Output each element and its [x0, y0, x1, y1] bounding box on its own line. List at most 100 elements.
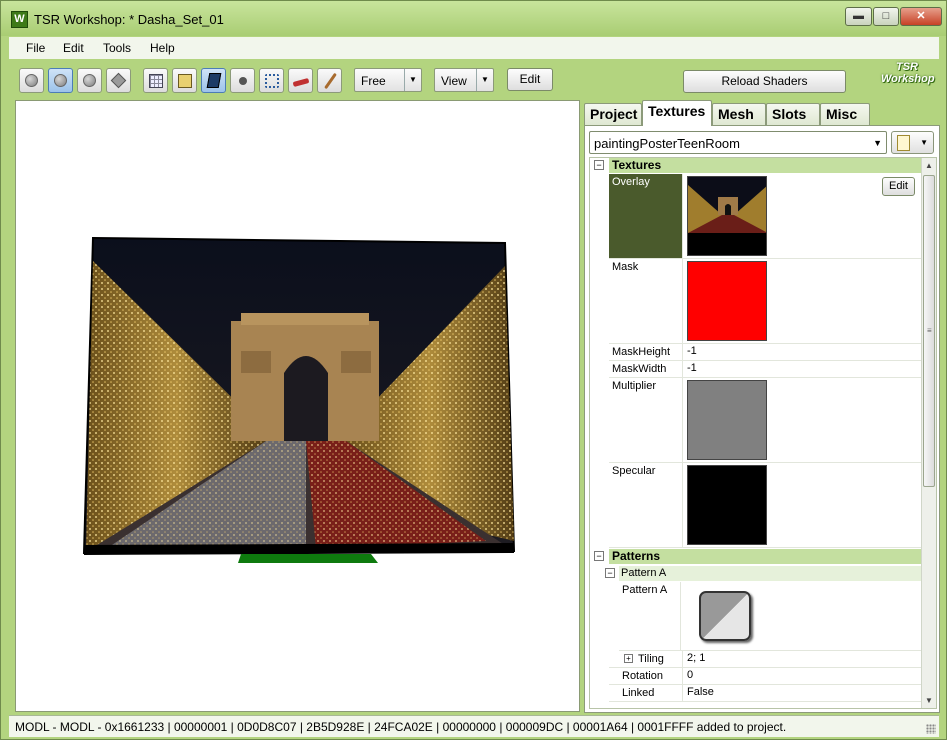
close-icon: ✕ [916, 10, 926, 22]
overlay-edit-button[interactable]: Edit [882, 177, 915, 196]
multiplier-swatch[interactable] [687, 380, 767, 460]
collapse-icon[interactable]: − [605, 568, 615, 578]
render-solid-button[interactable] [19, 68, 44, 93]
tiling-row[interactable]: + Tiling 2; 1 [609, 651, 922, 668]
render-flat-button[interactable] [77, 68, 102, 93]
bone-button[interactable] [317, 68, 342, 93]
tiling-value[interactable]: 2; 1 [687, 652, 705, 664]
linked-row[interactable]: Linked False [609, 685, 922, 702]
maskwidth-value[interactable]: -1 [687, 362, 697, 374]
render-solid-icon [25, 74, 38, 87]
menu-tools[interactable]: Tools [103, 41, 131, 55]
render-flat-icon [83, 74, 96, 87]
maskheight-row[interactable]: MaskHeight -1 [609, 344, 922, 361]
resize-grip-icon[interactable] [926, 724, 936, 734]
joints-icon [265, 74, 279, 88]
textures-section-header[interactable]: − Textures [590, 158, 922, 173]
collapse-icon[interactable]: − [594, 160, 604, 170]
pattern-a-thumbnail[interactable] [699, 591, 751, 641]
rotation-row[interactable]: Rotation 0 [609, 668, 922, 685]
maskheight-value[interactable]: -1 [687, 345, 697, 357]
view-select[interactable]: View ▼ [434, 68, 494, 92]
edit-button[interactable]: Edit [507, 68, 553, 91]
tsr-workshop-logo: TSR Workshop [881, 61, 935, 85]
menu-edit[interactable]: Edit [63, 41, 84, 55]
render-diamond-button[interactable] [106, 68, 131, 93]
dot-icon [239, 77, 247, 85]
section-title: Textures [609, 158, 922, 173]
bone-icon [324, 72, 337, 90]
camera-mode-select[interactable]: Free ▼ [354, 68, 422, 92]
tab-misc[interactable]: Misc [820, 103, 870, 125]
patterns-section-header[interactable]: − Patterns [590, 549, 922, 564]
pattern-a-key: Pattern A [619, 582, 681, 650]
mask-swatch[interactable] [687, 261, 767, 341]
linked-value[interactable]: False [687, 686, 714, 698]
mesh-button[interactable] [201, 68, 226, 93]
tab-mesh[interactable]: Mesh [712, 103, 766, 125]
new-texture-button[interactable]: ▼ [891, 131, 934, 154]
toolbar: Free ▼ View ▼ Edit Reload Shaders TSR Wo… [9, 59, 939, 99]
menu-help[interactable]: Help [150, 41, 175, 55]
pattern-a-header[interactable]: − Pattern A [590, 566, 922, 581]
maskheight-key: MaskHeight [609, 344, 683, 360]
property-scrollbar[interactable]: ▲ ≡ ▼ [921, 158, 936, 708]
texture-paint-button[interactable] [288, 68, 313, 93]
app-window: W TSR Workshop: * Dasha_Set_01 ▬ □ ✕ Fil… [0, 0, 947, 740]
menu-bar: File Edit Tools Help [9, 37, 939, 59]
maximize-icon: □ [882, 10, 890, 22]
texture-set-select[interactable]: paintingPosterTeenRoom ▼ [589, 131, 887, 154]
reload-shaders-button[interactable]: Reload Shaders [683, 70, 846, 93]
dot-button[interactable] [230, 68, 255, 93]
overlay-thumbnail[interactable] [687, 176, 767, 256]
title-bar[interactable]: W TSR Workshop: * Dasha_Set_01 ▬ □ ✕ [1, 1, 946, 36]
tab-project[interactable]: Project [584, 103, 642, 125]
rotation-value[interactable]: 0 [687, 669, 693, 681]
3d-viewport[interactable] [15, 100, 580, 712]
minimize-icon: ▬ [853, 10, 864, 22]
scroll-up-icon[interactable]: ▲ [925, 161, 933, 170]
tab-slots[interactable]: Slots [766, 103, 820, 125]
linked-key: Linked [609, 685, 683, 701]
joints-button[interactable] [259, 68, 284, 93]
render-diamond-icon [110, 72, 127, 89]
grid-icon [149, 74, 163, 88]
scroll-thumb[interactable]: ≡ [923, 175, 935, 487]
textures-panel: paintingPosterTeenRoom ▼ ▼ − Textures Ov… [584, 125, 940, 713]
overlay-row[interactable]: Overlay Edit [609, 174, 922, 259]
specular-swatch[interactable] [687, 465, 767, 545]
specular-key: Specular [609, 463, 683, 547]
maskwidth-row[interactable]: MaskWidth -1 [609, 361, 922, 378]
status-text: MODL - MODL - 0x1661233 | 00000001 | 0D0… [15, 720, 787, 734]
multiplier-row[interactable]: Multiplier [609, 378, 922, 463]
tiling-key: Tiling [635, 651, 683, 667]
chevron-down-icon: ▼ [476, 69, 493, 91]
grid-button[interactable] [143, 68, 168, 93]
bounding-box-button[interactable] [172, 68, 197, 93]
texture-paint-icon [292, 78, 310, 87]
chevron-down-icon: ▼ [404, 69, 421, 91]
render-shaded-button[interactable] [48, 68, 73, 93]
maximize-button[interactable]: □ [873, 7, 899, 26]
section-title: Patterns [609, 549, 922, 564]
specular-row[interactable]: Specular [609, 463, 922, 548]
multiplier-key: Multiplier [609, 378, 683, 462]
tab-textures[interactable]: Textures [642, 100, 712, 126]
bounding-box-icon [178, 74, 192, 88]
minimize-button[interactable]: ▬ [845, 7, 872, 26]
chevron-down-icon: ▼ [920, 138, 928, 147]
pattern-a-row[interactable]: Pattern A [619, 582, 922, 651]
status-bar: MODL - MODL - 0x1661233 | 00000001 | 0D0… [9, 715, 939, 737]
new-document-icon [897, 135, 910, 151]
menu-file[interactable]: File [26, 41, 45, 55]
expand-icon[interactable]: + [624, 654, 633, 663]
close-button[interactable]: ✕ [900, 7, 942, 26]
collapse-icon[interactable]: − [594, 551, 604, 561]
scroll-down-icon[interactable]: ▼ [925, 696, 933, 705]
grip-icon: ≡ [927, 326, 932, 335]
pattern-a-title: Pattern A [619, 566, 922, 581]
property-grid[interactable]: − Textures Overlay Edit Mask MaskHeight … [589, 157, 937, 709]
mask-row[interactable]: Mask [609, 259, 922, 344]
mask-key: Mask [609, 259, 683, 343]
texture-set-value: paintingPosterTeenRoom [594, 136, 740, 151]
